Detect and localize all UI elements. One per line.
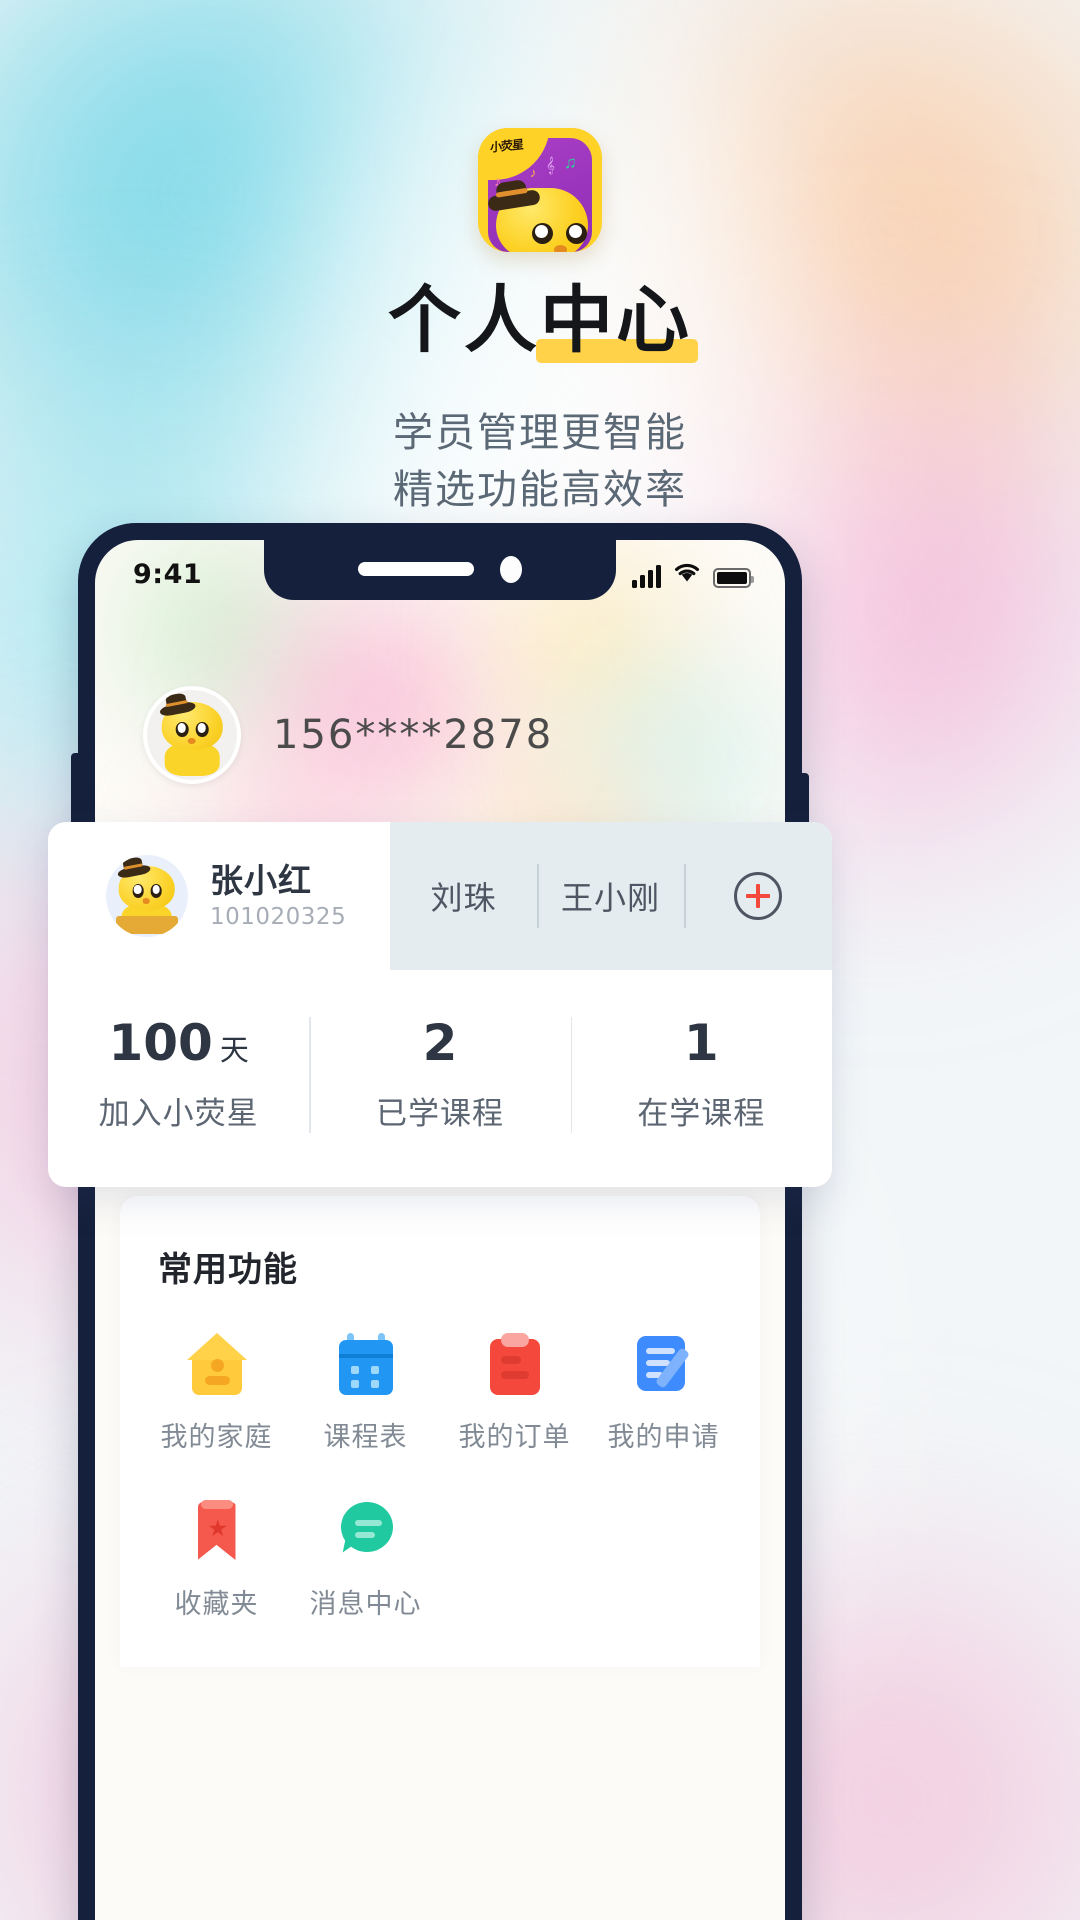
chick-eye-right	[150, 884, 163, 898]
stat-label: 已学课程	[375, 1096, 504, 1131]
common-functions-panel: 常用功能 我的家庭 课程表 我的订单 我的申请 ★ 收藏夹 消息中心	[120, 1196, 760, 1667]
stat-number: 100	[108, 1014, 213, 1072]
app-icon-brand-text: 小荧星	[490, 137, 523, 155]
status-time: 9:41	[133, 558, 203, 590]
stat-days-joined: 100 天 加入小荧星	[48, 1016, 309, 1133]
student-desk-avatar	[106, 855, 188, 937]
wifi-icon	[672, 560, 702, 588]
stat-label: 在学课程	[637, 1096, 766, 1131]
function-item-my-orders[interactable]: 我的订单	[440, 1333, 589, 1454]
profile-row: 156****2878	[95, 686, 785, 784]
music-note-icon: 𝄞	[546, 157, 555, 174]
hero-subtitle-line1: 学员管理更智能	[393, 411, 687, 455]
function-label: 我的申请	[607, 1422, 720, 1452]
stat-completed-courses: 2 已学课程	[309, 1016, 570, 1133]
page-title-highlight: 中心	[536, 278, 698, 363]
stat-number: 1	[683, 1014, 719, 1072]
plus-icon	[734, 872, 782, 920]
signal-bars-icon	[632, 565, 661, 588]
chat-bubble-icon	[335, 1500, 397, 1562]
note-pencil-icon	[633, 1333, 695, 1395]
function-label: 消息中心	[309, 1589, 422, 1619]
function-item-my-applications[interactable]: 我的申请	[589, 1333, 738, 1454]
stat-value: 2	[309, 1016, 570, 1071]
chick-beak	[554, 245, 567, 252]
stat-value: 100 天	[48, 1016, 309, 1071]
bookmark-star-icon: ★	[186, 1500, 248, 1562]
add-student-button[interactable]	[684, 872, 832, 920]
xiaoyingxing-app-icon: 小荧星 ♪ ♪ 𝄞 ♫ ♫	[478, 128, 602, 252]
music-note-icon: ♫	[564, 153, 577, 172]
avatar[interactable]	[143, 686, 241, 784]
battery-full-icon	[713, 568, 754, 588]
function-item-favorites[interactable]: ★ 收藏夹	[142, 1500, 291, 1621]
stat-number: 2	[422, 1014, 458, 1072]
student-identity: 张小红 101020325	[210, 862, 346, 931]
stat-value: 1	[571, 1016, 832, 1071]
stat-unit: 天	[219, 1035, 249, 1067]
stat-active-courses: 1 在学课程	[571, 1016, 832, 1133]
house-icon	[186, 1333, 248, 1395]
function-label: 课程表	[323, 1422, 408, 1452]
student-tab-active[interactable]: 张小红 101020325	[48, 822, 390, 970]
clipboard-icon	[484, 1333, 546, 1395]
common-functions-title: 常用功能	[158, 1251, 298, 1289]
other-students-tabs: 刘珠 王小刚	[390, 822, 832, 970]
function-item-my-family[interactable]: 我的家庭	[142, 1333, 291, 1454]
chick-eye-left	[532, 223, 553, 244]
chick-beak	[187, 737, 196, 744]
status-bar: 9:41	[95, 540, 785, 602]
music-note-icon: ♪	[530, 165, 537, 180]
desk-shape	[115, 915, 179, 934]
status-icons	[632, 560, 754, 588]
chick-eye-right	[195, 722, 209, 737]
student-stats-row: 100 天 加入小荧星 2 已学课程 1 在学课程	[48, 970, 832, 1187]
function-label: 我的家庭	[160, 1422, 273, 1452]
hero-subtitle: 学员管理更智能 精选功能高效率	[0, 405, 1080, 519]
functions-grid: 我的家庭 课程表 我的订单 我的申请 ★ 收藏夹 消息中心	[120, 1291, 760, 1667]
hero-section: 小荧星 ♪ ♪ 𝄞 ♫ ♫ 个人中心 学员管理更智能 精选功能高效率	[0, 0, 1080, 519]
student-id: 101020325	[210, 904, 347, 931]
page-title: 个人中心	[388, 278, 698, 363]
chick-avatar	[159, 699, 226, 777]
function-label: 收藏夹	[174, 1589, 259, 1619]
calendar-icon	[335, 1333, 397, 1395]
function-item-schedule[interactable]: 课程表	[291, 1333, 440, 1454]
student-tab-liuzhu[interactable]: 刘珠	[390, 873, 537, 919]
chick-eye-left	[176, 722, 189, 737]
page-title-plain: 个人	[388, 278, 540, 363]
student-name: 张小红	[210, 861, 312, 899]
student-summary-card: 张小红 101020325 刘珠 王小刚 100 天 加入小荧星 2 已学课程 1…	[48, 822, 832, 1187]
student-tab-wangxiaogang[interactable]: 王小刚	[537, 873, 684, 919]
stat-label: 加入小荧星	[98, 1096, 259, 1131]
chick-eye-left	[132, 884, 144, 898]
function-label: 我的订单	[458, 1422, 571, 1452]
phone-number: 156****2878	[273, 712, 554, 758]
chick-eye-right	[566, 223, 587, 244]
hero-subtitle-line2: 精选功能高效率	[393, 467, 687, 512]
function-item-message-center[interactable]: 消息中心	[291, 1500, 440, 1621]
student-tabs: 张小红 101020325 刘珠 王小刚	[48, 822, 832, 970]
